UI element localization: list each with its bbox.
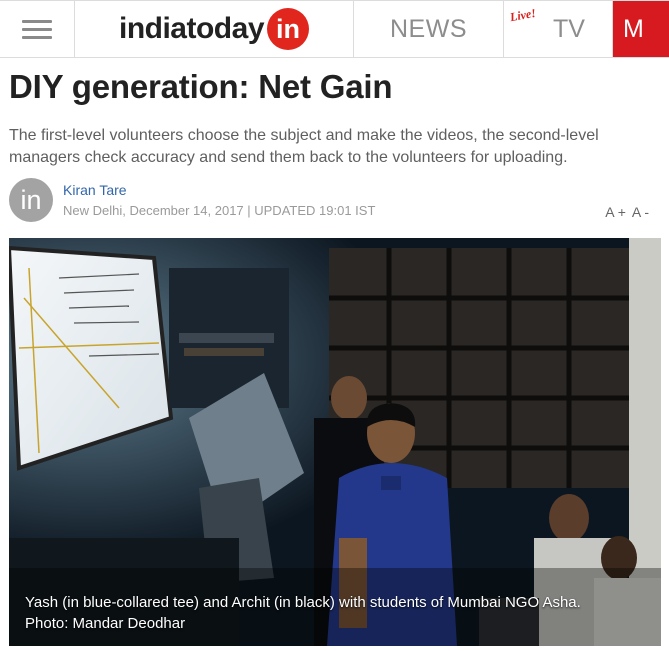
author-avatar[interactable]: in	[9, 178, 53, 222]
nav-tv-label: TV	[553, 14, 585, 43]
photo-illustration	[9, 238, 661, 646]
hamburger-menu-icon[interactable]	[0, 1, 75, 57]
author-name-link[interactable]: Kiran Tare	[63, 182, 127, 198]
site-header: indiatoday in NEWS Live! TV M	[0, 0, 669, 58]
caption-text: Yash (in blue-collared tee) and Archit (…	[25, 594, 581, 611]
article-summary: The first-level volunteers choose the su…	[9, 127, 599, 166]
nav-tv[interactable]: Live! TV	[504, 1, 613, 57]
photo-caption: Yash (in blue-collared tee) and Archit (…	[25, 592, 645, 634]
article-dateline: New Delhi, December 14, 2017 | UPDATED 1…	[63, 203, 376, 218]
logo-badge: in	[267, 8, 309, 50]
font-decrease-button[interactable]: A -	[632, 204, 649, 220]
font-size-controls: A + A -	[605, 204, 649, 220]
article-photo: Yash (in blue-collared tee) and Archit (…	[9, 238, 661, 646]
photo-credit: Photo: Mandar Deodhar	[25, 615, 186, 632]
nav-more[interactable]: M	[613, 1, 669, 57]
nav-news[interactable]: NEWS	[354, 1, 504, 57]
article-headline: DIY generation: Net Gain	[9, 68, 393, 105]
site-logo[interactable]: indiatoday in	[75, 1, 354, 57]
logo-wordmark: indiatoday	[118, 12, 265, 45]
font-increase-button[interactable]: A +	[605, 204, 626, 220]
